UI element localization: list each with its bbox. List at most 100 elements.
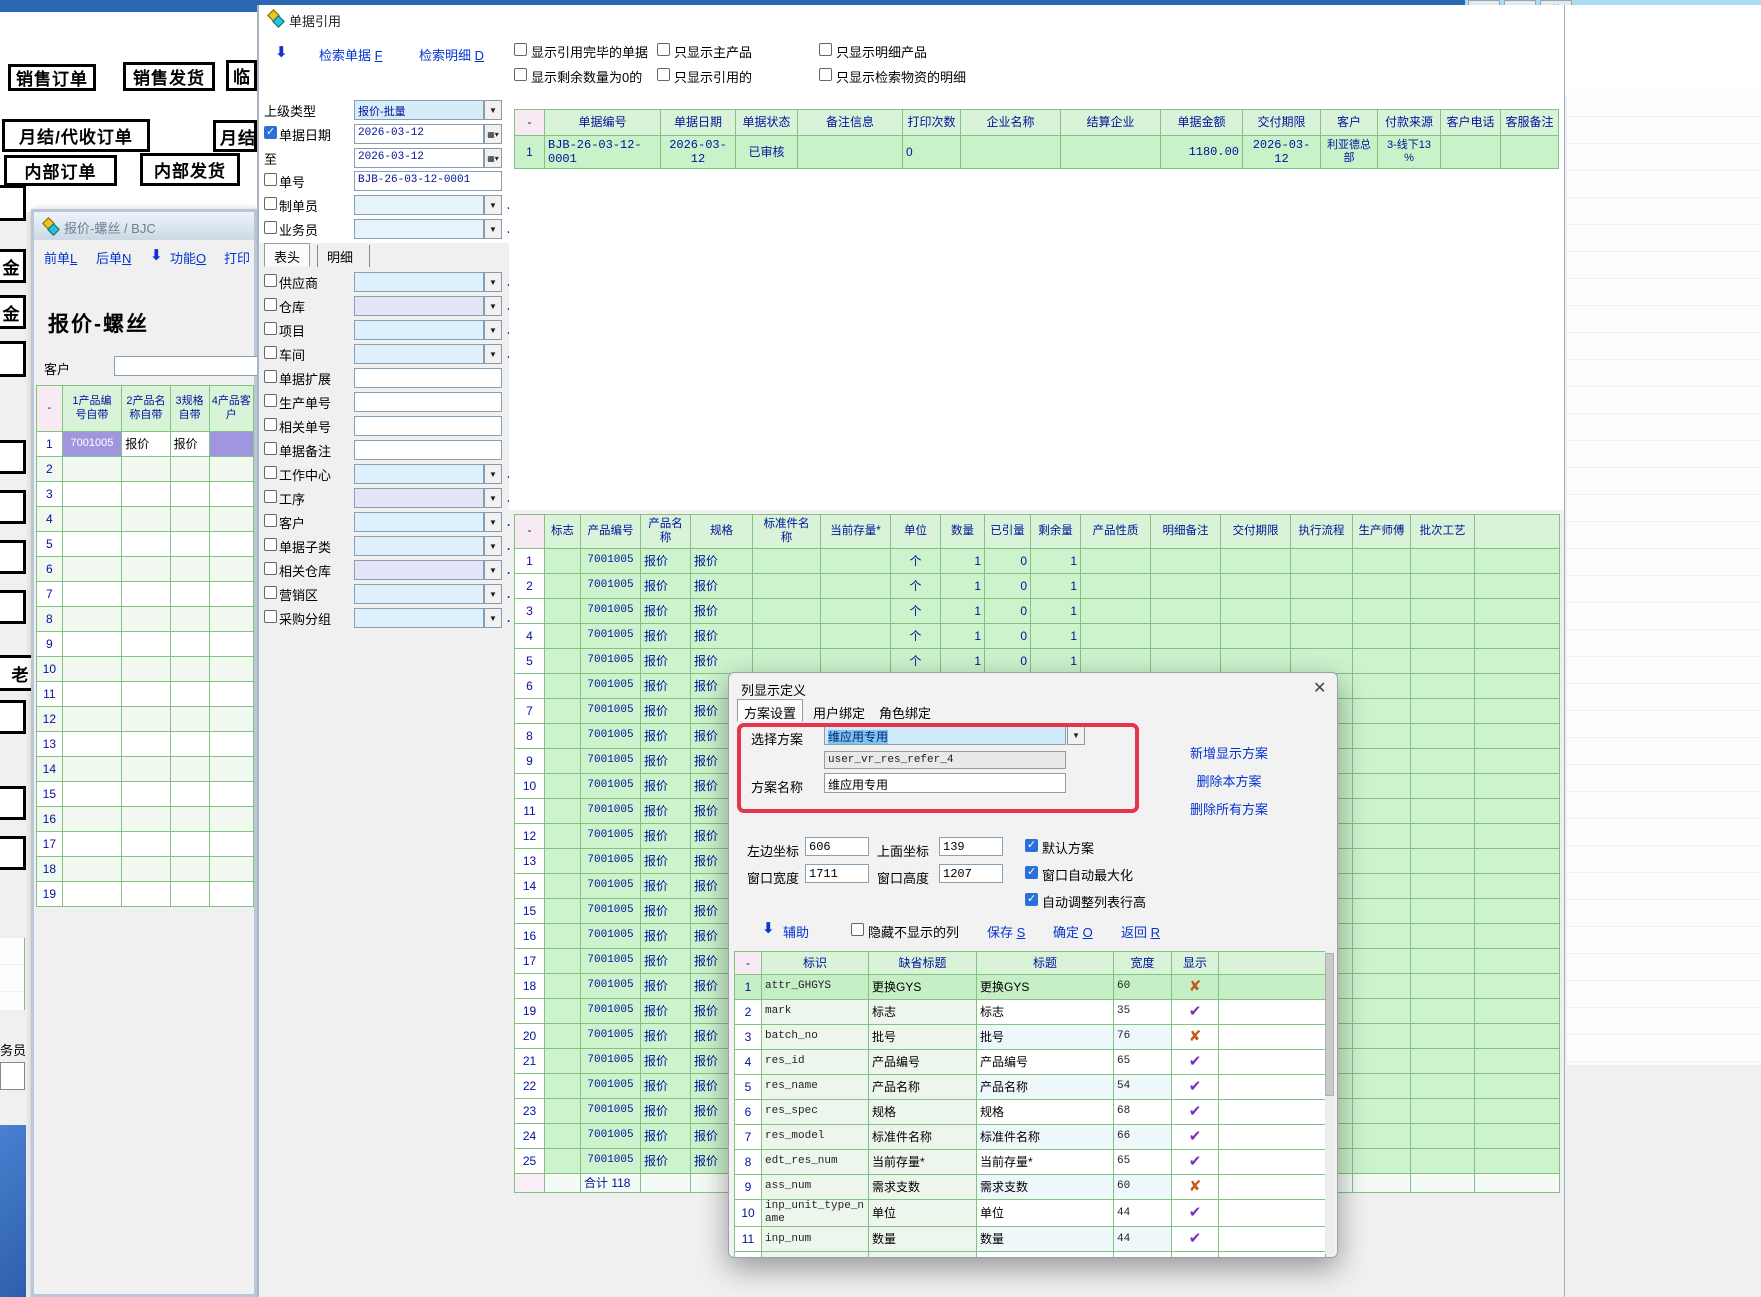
- identifier-cell[interactable]: res_spec: [762, 1100, 869, 1125]
- cell[interactable]: [122, 557, 170, 582]
- cell[interactable]: [1411, 649, 1475, 674]
- cell[interactable]: 1: [941, 574, 985, 599]
- combo-dropdown-arrow[interactable]: ▼: [484, 488, 502, 508]
- filter-row-checkbox[interactable]: [264, 197, 277, 210]
- cell[interactable]: 24: [515, 1124, 545, 1149]
- cell[interactable]: 7001005: [581, 849, 641, 874]
- show-mark-cell[interactable]: ✔: [1172, 1252, 1219, 1258]
- default-title-cell[interactable]: 当前存量*: [869, 1150, 977, 1175]
- row-number-cell[interactable]: 5: [735, 1075, 762, 1100]
- filter-row-combo[interactable]: [354, 296, 484, 316]
- cell[interactable]: [821, 599, 891, 624]
- cell[interactable]: 7001005: [581, 1099, 641, 1124]
- cell[interactable]: [209, 857, 253, 882]
- row-number-cell[interactable]: 11: [37, 682, 63, 707]
- show-mark-cell[interactable]: ✔: [1172, 1200, 1219, 1227]
- quote-func-arrow-icon[interactable]: ⬇: [150, 246, 163, 264]
- cell[interactable]: [170, 607, 209, 632]
- cell[interactable]: [170, 557, 209, 582]
- column-header[interactable]: 单据金额: [1161, 110, 1243, 136]
- column-header[interactable]: 交付期限: [1243, 110, 1321, 136]
- dialog-table-row[interactable]: 8edt_res_num当前存量*当前存量*65✔: [735, 1150, 1326, 1175]
- title-cell[interactable]: 单位: [977, 1200, 1114, 1227]
- cell[interactable]: 报价: [641, 1024, 691, 1049]
- column-header[interactable]: 标题: [977, 952, 1114, 975]
- hide-columns-checkbox[interactable]: [851, 923, 864, 936]
- cell[interactable]: [122, 807, 170, 832]
- width-cell[interactable]: 44: [1114, 1227, 1172, 1252]
- cell[interactable]: 0: [985, 574, 1031, 599]
- filter-row-checkbox[interactable]: [264, 322, 277, 335]
- identifier-cell[interactable]: res_model: [762, 1125, 869, 1150]
- show-mark-cell[interactable]: ✔: [1172, 1150, 1219, 1175]
- row-number-cell[interactable]: 4: [735, 1050, 762, 1075]
- cell[interactable]: [1411, 724, 1475, 749]
- title-cell[interactable]: 更换GYS: [977, 975, 1114, 1000]
- cell[interactable]: [1353, 849, 1411, 874]
- table-row[interactable]: 4: [37, 507, 254, 532]
- cell[interactable]: 报价: [641, 1124, 691, 1149]
- cell[interactable]: 17: [515, 949, 545, 974]
- column-header[interactable]: 明细备注: [1151, 515, 1221, 549]
- table-row[interactable]: 17: [37, 832, 254, 857]
- cell[interactable]: 报价: [641, 999, 691, 1024]
- column-header[interactable]: 显示: [1172, 952, 1219, 975]
- cell[interactable]: [1475, 549, 1560, 574]
- cell[interactable]: [209, 432, 253, 457]
- filter-row-checkbox[interactable]: [264, 274, 277, 287]
- cell[interactable]: [1353, 774, 1411, 799]
- cell[interactable]: 23: [515, 1099, 545, 1124]
- filter-row-combo[interactable]: [354, 608, 484, 628]
- row-number-cell[interactable]: 15: [37, 782, 63, 807]
- cell[interactable]: 7001005: [581, 874, 641, 899]
- column-header[interactable]: -: [515, 110, 545, 136]
- default-title-cell[interactable]: 批号: [869, 1025, 977, 1050]
- title-cell[interactable]: 需求支数: [977, 1175, 1114, 1200]
- cell[interactable]: [1411, 749, 1475, 774]
- cell[interactable]: [1353, 899, 1411, 924]
- cell[interactable]: 个: [891, 624, 941, 649]
- cell[interactable]: 报价: [691, 649, 753, 674]
- cell[interactable]: [122, 682, 170, 707]
- column-header[interactable]: 3规格 自带: [170, 386, 209, 432]
- cell[interactable]: [209, 757, 253, 782]
- width-cell[interactable]: 44: [1114, 1200, 1172, 1227]
- column-header[interactable]: 标志: [545, 515, 581, 549]
- cell[interactable]: [1221, 549, 1291, 574]
- dialog-table-row[interactable]: 9ass_num需求支数需求支数60✘: [735, 1175, 1326, 1200]
- cell[interactable]: [1353, 574, 1411, 599]
- cell[interactable]: 14: [515, 874, 545, 899]
- cell[interactable]: 25: [515, 1149, 545, 1174]
- combo-dropdown-arrow[interactable]: ▼: [484, 272, 502, 292]
- cell[interactable]: [170, 832, 209, 857]
- cell[interactable]: [1291, 549, 1353, 574]
- cell[interactable]: 4: [515, 624, 545, 649]
- cell[interactable]: [62, 782, 121, 807]
- cell[interactable]: [122, 582, 170, 607]
- cell[interactable]: [1475, 599, 1560, 624]
- cell[interactable]: 7001005: [581, 649, 641, 674]
- filter-row-combo[interactable]: [354, 195, 484, 215]
- row-number-cell[interactable]: 2: [37, 457, 63, 482]
- cell[interactable]: [1353, 649, 1411, 674]
- width-cell[interactable]: [1114, 1252, 1172, 1258]
- cell[interactable]: [545, 1124, 581, 1149]
- filter-row-combo[interactable]: [354, 512, 484, 532]
- cell[interactable]: [122, 532, 170, 557]
- cell[interactable]: 0: [985, 599, 1031, 624]
- row-number-cell[interactable]: 17: [37, 832, 63, 857]
- combo-dropdown-arrow[interactable]: ▼: [484, 608, 502, 628]
- cell[interactable]: 20: [515, 1024, 545, 1049]
- filter-row-combo[interactable]: [354, 464, 484, 484]
- filter-row-combo[interactable]: [354, 488, 484, 508]
- cell[interactable]: [545, 1149, 581, 1174]
- cell[interactable]: [545, 699, 581, 724]
- row-number-cell[interactable]: 13: [37, 732, 63, 757]
- cell[interactable]: [62, 657, 121, 682]
- cell[interactable]: [1411, 799, 1475, 824]
- cell[interactable]: [1475, 824, 1560, 849]
- cell[interactable]: [170, 582, 209, 607]
- cell[interactable]: [209, 782, 253, 807]
- show-mark-cell[interactable]: ✔: [1172, 1100, 1219, 1125]
- cell[interactable]: 0: [903, 136, 961, 169]
